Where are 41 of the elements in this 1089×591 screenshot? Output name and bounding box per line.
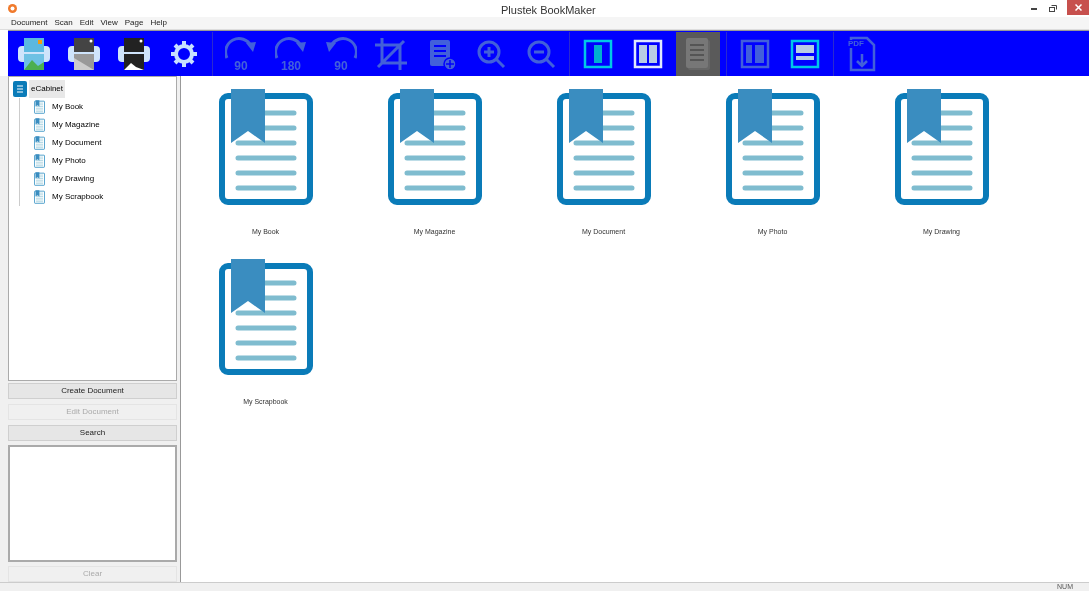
restore-icon[interactable] — [1049, 5, 1057, 12]
menu-item[interactable]: Page — [124, 17, 144, 29]
rotate-right-icon — [275, 36, 307, 60]
document-icon — [217, 88, 314, 206]
menu-item[interactable]: View — [100, 17, 118, 29]
document-icon — [34, 136, 45, 150]
tree-item[interactable]: My Book — [51, 101, 85, 113]
tree-item[interactable]: My Drawing — [51, 173, 96, 185]
document-icon — [386, 88, 483, 206]
menu-item[interactable]: Edit — [79, 17, 94, 29]
document-icon — [34, 118, 45, 132]
document-icon — [34, 154, 45, 168]
document-icon — [893, 88, 990, 206]
icon-label: 90 — [233, 59, 249, 72]
tree-item[interactable]: eCabinet — [29, 80, 66, 98]
window-title: Plustek BookMaker — [501, 3, 596, 18]
icon-label: 180 — [280, 59, 302, 72]
tree-item[interactable]: My Photo — [51, 155, 87, 167]
close-icon — [1074, 4, 1082, 11]
cabinet-icon — [13, 81, 27, 97]
icon-label: PDF — [848, 39, 864, 48]
tree-item[interactable]: My Magazine — [51, 119, 101, 131]
document-icon — [555, 88, 652, 206]
menu-item[interactable]: Help — [150, 17, 167, 29]
panel-button[interactable]: Create Document — [8, 383, 177, 400]
document-icon — [34, 172, 45, 186]
document-icon — [34, 190, 45, 204]
search-results-list[interactable] — [8, 445, 177, 563]
rotate-right-icon — [225, 36, 257, 60]
document-icon — [724, 88, 821, 206]
icon-label: 90 — [333, 59, 349, 72]
close-button[interactable] — [1067, 0, 1089, 15]
menu-item[interactable]: Document — [11, 17, 48, 29]
document-icon — [34, 100, 45, 114]
document-icon — [217, 258, 314, 376]
menu-item[interactable]: Scan — [54, 17, 73, 29]
tree-item[interactable]: My Scrapbook — [51, 191, 105, 203]
rotate-left-icon — [325, 36, 357, 60]
app-logo-icon — [8, 4, 17, 13]
tree-item[interactable]: My Document — [51, 137, 103, 149]
panel-button[interactable]: Search — [8, 425, 177, 442]
